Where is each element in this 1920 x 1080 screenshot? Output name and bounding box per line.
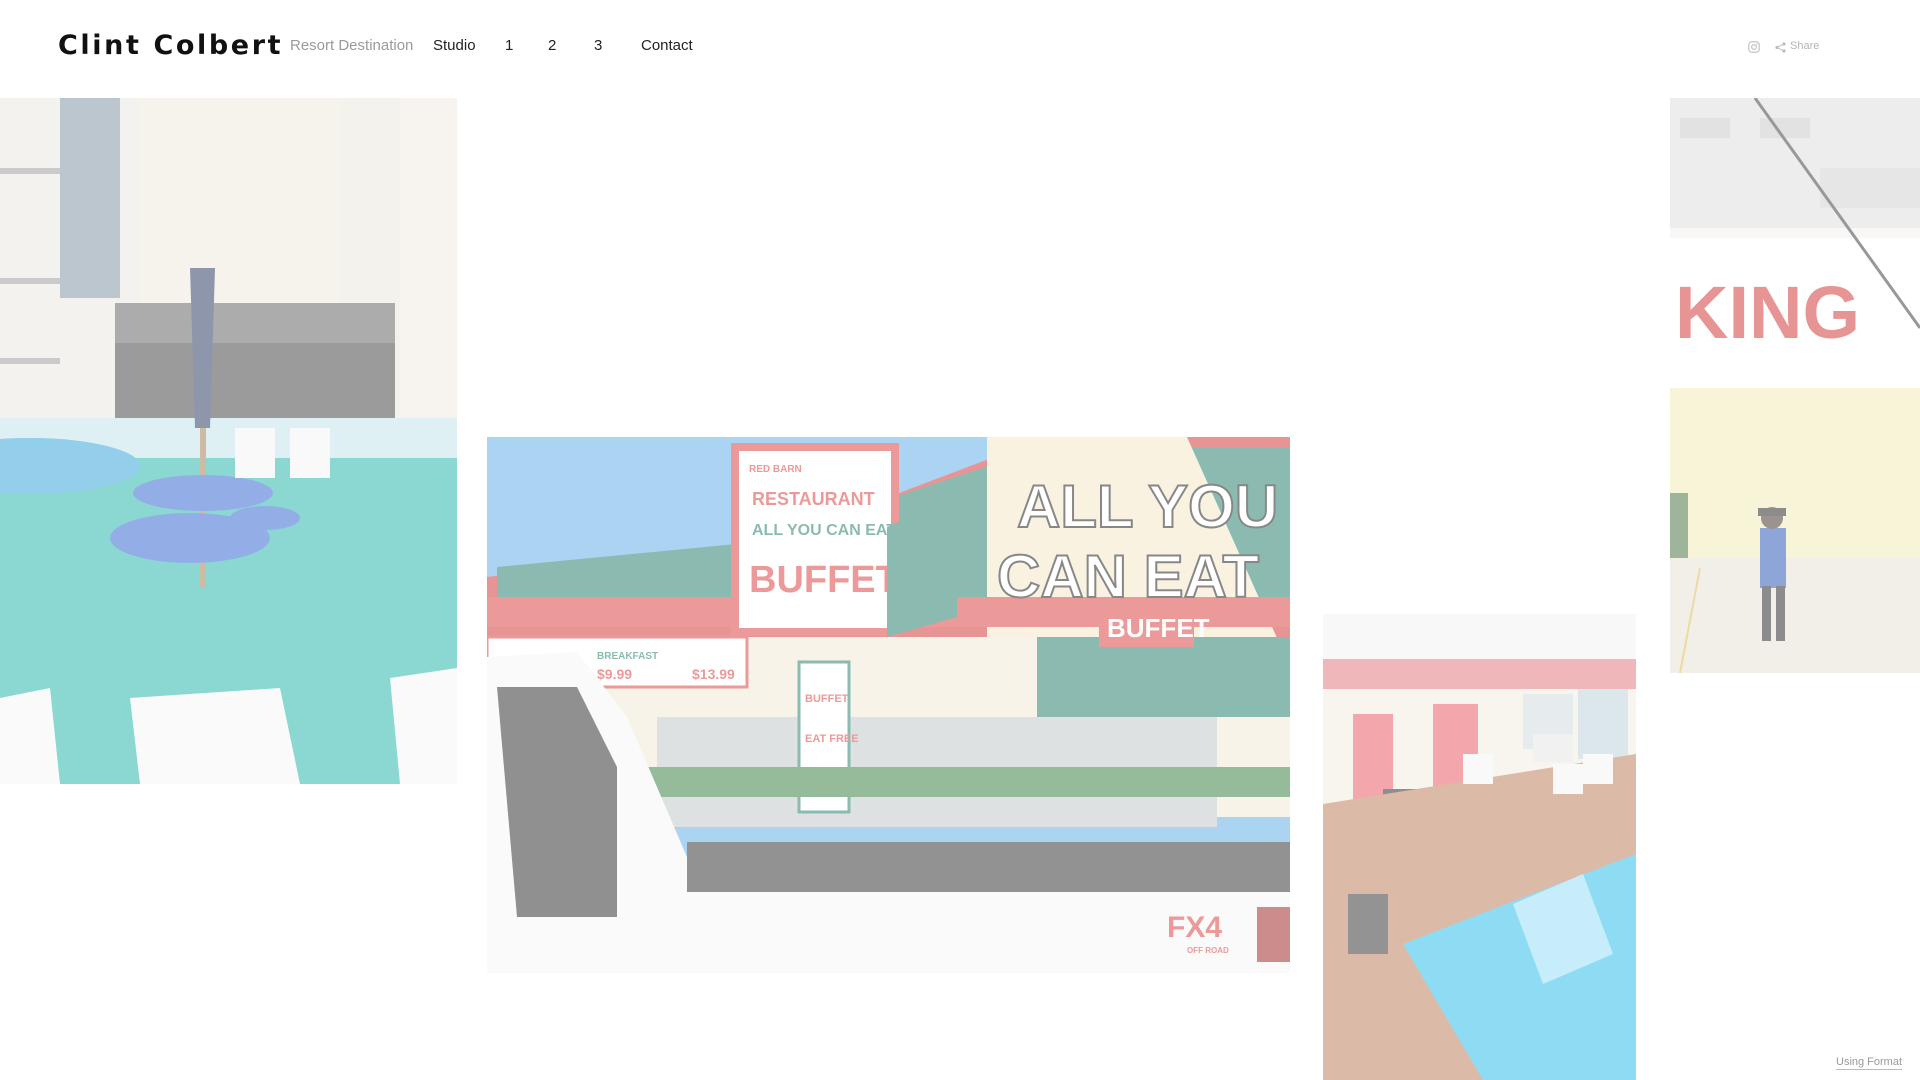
photo-pool-deck[interactable] xyxy=(0,98,457,784)
motel-image xyxy=(1323,614,1636,1080)
site-title[interactable]: Clint Colbert xyxy=(58,30,283,61)
board-price-2: $13.99 xyxy=(692,666,735,682)
photo-red-barn-buffet[interactable]: BUFFET ALL YOU CAN EAT RESTAURANT ALL YO… xyxy=(487,437,1290,973)
truck-badge-sub: OFF ROAD xyxy=(1187,946,1229,955)
king-sign-text: KING xyxy=(1675,271,1860,354)
nav-studio[interactable]: Studio xyxy=(433,37,476,54)
nav-page-2[interactable]: 2 xyxy=(548,37,556,54)
sign-line1: ALL YOU CAN EAT xyxy=(752,522,896,539)
using-format-link[interactable]: Using Format xyxy=(1836,1056,1903,1070)
king-image: KING xyxy=(1670,98,1920,673)
pole-eat-free: EAT FREE xyxy=(805,733,859,745)
nav-contact[interactable]: Contact xyxy=(641,37,693,54)
photo-motel-pool[interactable] xyxy=(1323,614,1636,1080)
pool-deck-image xyxy=(0,98,457,784)
instagram-icon[interactable] xyxy=(1748,41,1760,53)
wall-buffet-text: BUFFET xyxy=(1107,613,1210,643)
sign-restaurant: RESTAURANT xyxy=(752,489,875,509)
share-label[interactable]: Share xyxy=(1790,40,1819,52)
buffet-image: BUFFET ALL YOU CAN EAT RESTAURANT ALL YO… xyxy=(487,437,1290,973)
photo-king-sign[interactable]: KING xyxy=(1670,98,1920,673)
nav-resort-destination[interactable]: Resort Destination xyxy=(290,37,413,54)
truck-badge: FX4 xyxy=(1167,911,1222,944)
share-icon[interactable] xyxy=(1775,42,1786,53)
wall-text-2: CAN EAT xyxy=(997,543,1259,610)
sign-buffet: BUFFET xyxy=(749,559,899,601)
board-price-1: $9.99 xyxy=(597,666,632,682)
nav-page-3[interactable]: 3 xyxy=(594,37,602,54)
board-breakfast: BREAKFAST xyxy=(597,651,658,662)
wall-text-1: ALL YOU xyxy=(1017,473,1278,540)
nav-page-1[interactable]: 1 xyxy=(505,37,513,54)
site-header: Clint Colbert Resort Destination Studio … xyxy=(0,0,1920,96)
sign-brand: RED BARN xyxy=(749,464,802,475)
pole-buffet: BUFFET xyxy=(805,693,849,705)
